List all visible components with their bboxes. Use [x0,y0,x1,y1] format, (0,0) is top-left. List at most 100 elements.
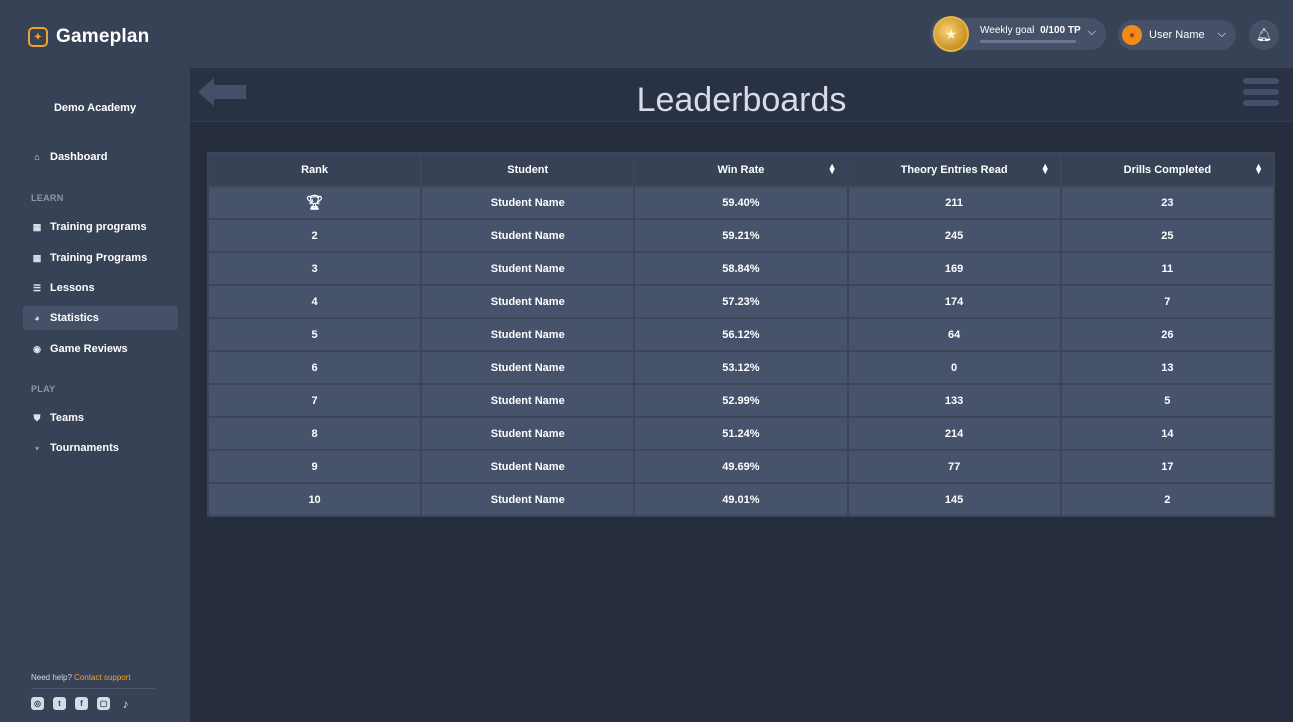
student-cell: Student Name [422,253,634,284]
student-cell: Student Name [422,220,634,251]
drills-completed-cell: 26 [1061,319,1273,350]
sidebar-item-label: Game Reviews [50,343,128,355]
table-row: 3 Student Name 58.84% 169 11 [209,253,1273,284]
student-cell: Student Name [422,352,634,383]
user-menu[interactable]: ● User Name ⌵ [1118,20,1236,50]
rank-cell: 7 [209,385,421,416]
trophy-icon: 🏆︎ [305,194,324,210]
top-bar: ✦ Gameplan ★ Weekly goal 0/100 TP ⌵ ● Us… [0,0,1293,68]
tiktok-icon[interactable]: ♪ [119,697,132,711]
sidebar-item-statistics[interactable]: ◕ Statistics [23,306,178,330]
sidebar-item-label: Tournaments [50,442,119,454]
table-row: 🏆︎ Student Name 59.40% 211 23 [209,187,1273,218]
win-rate-cell: 53.12% [635,352,847,383]
drills-completed-cell: 2 [1061,484,1273,515]
column-header-drills-completed[interactable]: Drills Completed ▲ ▼ [1061,154,1273,185]
weekly-goal-widget[interactable]: ★ Weekly goal 0/100 TP ⌵ [930,16,1106,52]
sidebar: Demo Academy ⌂ Dashboard LEARN ▦ Trainin… [0,68,190,722]
student-cell: Student Name [422,187,634,218]
shield-icon: ⛊ [33,412,41,423]
table-row: 10 Student Name 49.01% 145 2 [209,484,1273,515]
student-cell: Student Name [422,484,634,515]
sidebar-item-dashboard[interactable]: ⌂ Dashboard [23,145,178,169]
chevron-down-icon[interactable]: ⌵ [1218,28,1226,41]
win-rate-cell: 57.23% [635,286,847,317]
twitch-icon[interactable]: ▢ [97,697,110,710]
hamburger-menu-icon[interactable] [1243,78,1279,108]
theory-entries-cell: 174 [848,286,1060,317]
sidebar-item-label: Training Programs [50,252,148,264]
column-header-rank: Rank [209,154,421,185]
user-name: User Name [1149,29,1205,41]
academy-name[interactable]: Demo Academy [0,102,190,114]
column-header-theory-entries[interactable]: Theory Entries Read ▲ ▼ [848,154,1060,185]
table-row: 9 Student Name 49.69% 77 17 [209,451,1273,482]
dashboard-icon: ⌂ [34,152,40,162]
table-row: 5 Student Name 56.12% 64 26 [209,319,1273,350]
app-name: Gameplan [56,26,150,47]
sidebar-item-training-programs[interactable]: ▦ Training programs [23,215,178,239]
rank-cell: 10 [209,484,421,515]
sidebar-item-tournaments[interactable]: ♆ Tournaments [23,436,178,460]
pie-chart-icon: ◕ [34,313,40,323]
medal-icon: ★ [933,16,969,52]
drills-completed-cell: 7 [1061,286,1273,317]
table-row: 8 Student Name 51.24% 214 14 [209,418,1273,449]
sidebar-item-lessons[interactable]: ☰ Lessons [23,276,178,300]
drills-completed-cell: 23 [1061,187,1273,218]
weekly-goal-progress-bar [980,40,1076,43]
theory-entries-cell: 64 [848,319,1060,350]
page-title: Leaderboards [636,81,847,119]
sidebar-item-game-reviews[interactable]: ◉ Game Reviews [23,337,178,361]
sidebar-item-training-programs-2[interactable]: ▦ Training Programs [23,246,178,270]
list-icon: ☰ [32,282,42,293]
rank-cell: 4 [209,286,421,317]
calendar-icon: ▦ [32,252,42,263]
social-links: ◎ t f ▢ ♪ [31,697,132,711]
rank-cell: 5 [209,319,421,350]
rank-cell: 8 [209,418,421,449]
column-header-label: Drills Completed [1123,163,1212,176]
sidebar-item-teams[interactable]: ⛊ Teams [23,406,178,430]
notification-bell-icon[interactable]: 🔔︎ [1249,20,1279,50]
table-row: 4 Student Name 57.23% 174 7 [209,286,1273,317]
table-row: 7 Student Name 52.99% 133 5 [209,385,1273,416]
column-header-label: Win Rate [717,163,765,176]
drills-completed-cell: 25 [1061,220,1273,251]
controller-badge-icon: ✦ [28,27,48,47]
win-rate-cell: 59.21% [635,220,847,251]
main-content: Leaderboards Rank Student Win Rate ▲ ▼ The… [190,68,1293,722]
facebook-icon[interactable]: f [75,697,88,710]
drills-completed-cell: 5 [1061,385,1273,416]
instagram-icon[interactable]: ◎ [31,697,44,710]
drills-completed-cell: 17 [1061,451,1273,482]
rank-cell: 🏆︎ [209,187,421,218]
app-logo[interactable]: ✦ Gameplan [28,26,149,48]
theory-entries-cell: 245 [848,220,1060,251]
theory-entries-cell: 214 [848,418,1060,449]
sidebar-item-label: Teams [50,412,85,424]
chevron-down-icon[interactable]: ⌵ [1088,26,1096,39]
theory-entries-cell: 145 [848,484,1060,515]
table-header-row: Rank Student Win Rate ▲ ▼ Theory Entries R… [209,154,1273,185]
trophy-icon: ♆ [33,443,41,453]
win-rate-cell: 58.84% [635,253,847,284]
column-header-win-rate[interactable]: Win Rate ▲ ▼ [635,154,847,185]
student-cell: Student Name [422,418,634,449]
win-rate-cell: 56.12% [635,319,847,350]
table-body: 🏆︎ Student Name 59.40% 211 23 2 Student Name 59… [209,187,1273,515]
sidebar-item-label: Lessons [50,282,95,294]
sort-icon[interactable]: ▲ ▼ [828,162,837,176]
win-rate-cell: 49.69% [635,451,847,482]
rank-cell: 3 [209,253,421,284]
contact-support-link[interactable]: Contact support [74,673,130,682]
sidebar-item-label: Dashboard [50,151,108,163]
sort-icon[interactable]: ▲ ▼ [1254,162,1263,176]
page-header: Leaderboards [190,68,1293,122]
twitter-icon[interactable]: t [53,697,66,710]
sort-icon[interactable]: ▲ ▼ [1041,162,1050,176]
review-icon: ◉ [33,343,41,354]
avatar: ● [1122,25,1142,45]
student-cell: Student Name [422,385,634,416]
rank-cell: 2 [209,220,421,251]
